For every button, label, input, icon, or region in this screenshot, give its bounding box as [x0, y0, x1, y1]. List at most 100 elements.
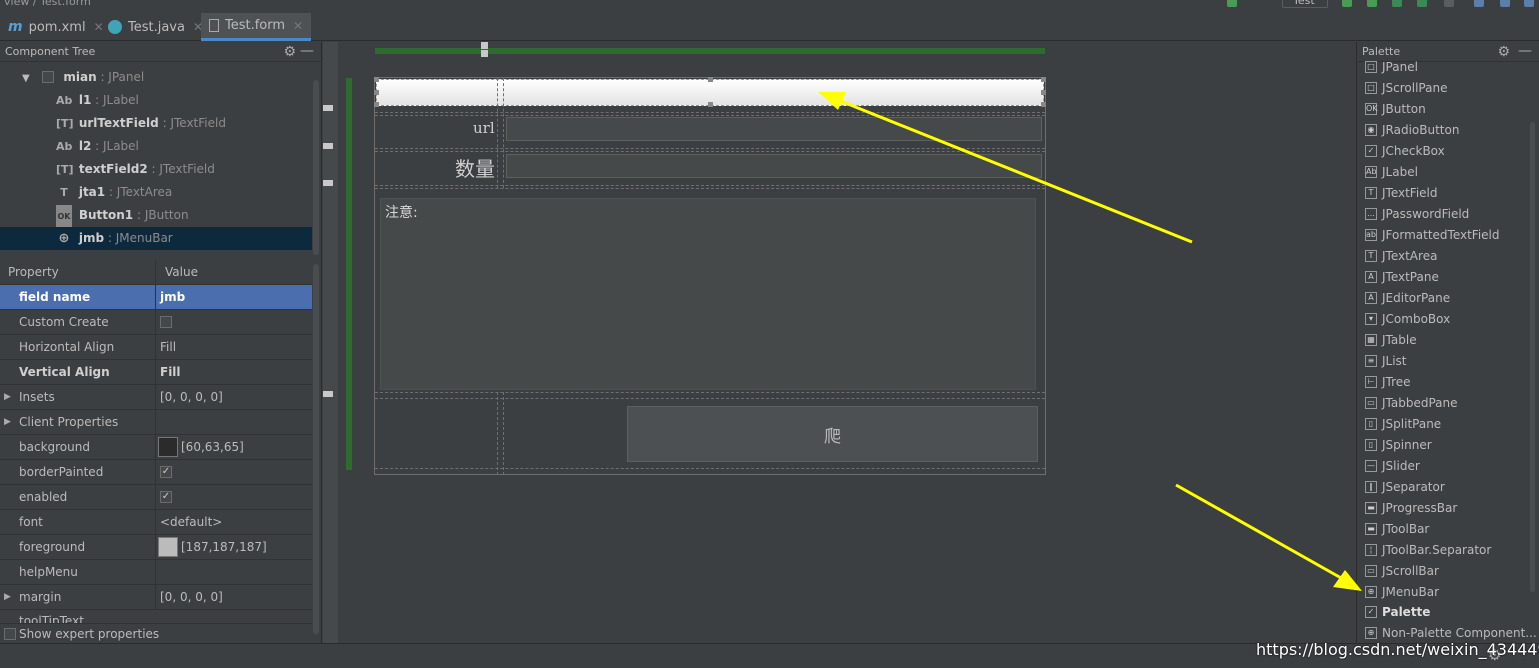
row-marker[interactable] — [323, 105, 333, 111]
row-marker[interactable] — [323, 143, 333, 149]
tree-item-l2[interactable]: Ab l2 : JLabel — [0, 135, 312, 158]
crawl-button[interactable]: 爬 — [627, 406, 1038, 462]
palette-item-jtextpane[interactable]: A JTextPane — [1365, 267, 1439, 288]
palette-item-jcheckbox[interactable]: ✓ JCheckBox — [1365, 141, 1445, 162]
prop-row-foreground[interactable]: foreground [187,187,187] — [0, 535, 312, 560]
row-marker[interactable] — [323, 391, 333, 397]
palette-item-jtextfield[interactable]: T JTextField — [1365, 183, 1438, 204]
prop-row-enabled[interactable]: enabled ✓ — [0, 485, 312, 510]
prop-row-insets[interactable]: ▶ Insets [0, 0, 0, 0] — [0, 385, 312, 410]
prop-row-margin[interactable]: ▶ margin [0, 0, 0, 0] — [0, 585, 312, 610]
debug-icon[interactable] — [1367, 0, 1377, 7]
url-label[interactable]: url — [473, 119, 495, 137]
prop-row-font[interactable]: font <default> — [0, 510, 312, 535]
prop-row-tooltip-text[interactable]: toolTipText — [0, 610, 312, 624]
palette-item-jtree[interactable]: ⊢ JTree — [1365, 372, 1411, 393]
prop-value[interactable]: jmb — [160, 285, 185, 310]
palette-item-jprogressbar[interactable]: ▬ JProgressBar — [1365, 498, 1457, 519]
expand-arrow-icon[interactable]: ▼ — [22, 73, 30, 84]
minimize-icon[interactable]: — — [1518, 41, 1532, 61]
count-text-field[interactable] — [506, 154, 1042, 178]
palette-item-jscrollbar[interactable]: ▭ JScrollBar — [1365, 561, 1439, 582]
expand-arrow-icon[interactable]: ▶ — [4, 385, 11, 410]
palette-item-jmenubar[interactable]: ⊕ JMenuBar — [1365, 582, 1439, 603]
palette-item-jtable[interactable]: ▦ JTable — [1365, 330, 1417, 351]
property-scrollbar[interactable] — [313, 264, 319, 634]
tree-item-urltextfield[interactable]: [T] urlTextField : JTextField — [0, 112, 312, 135]
palette-item-jcombobox[interactable]: ▾ JComboBox — [1365, 309, 1450, 330]
back-icon[interactable] — [1227, 0, 1237, 7]
tab-pom-xml[interactable]: m pom.xml ✕ — [0, 13, 112, 41]
selection-handle[interactable] — [708, 102, 713, 107]
color-swatch[interactable] — [158, 436, 178, 457]
prop-row-client-properties[interactable]: ▶ Client Properties — [0, 410, 312, 435]
column-header-bar[interactable] — [375, 48, 1045, 54]
show-expert-properties[interactable]: Show expert properties — [4, 627, 159, 641]
more-icon[interactable] — [1524, 0, 1534, 7]
text-area-jta1[interactable]: 注意: — [380, 198, 1036, 390]
selection-handle[interactable] — [374, 77, 379, 82]
breadcrumb[interactable]: view / Test.form — [4, 0, 91, 8]
palette-item-jlabel[interactable]: Ab JLabel — [1365, 162, 1418, 183]
selection-handle[interactable] — [374, 102, 379, 107]
tree-item-mian[interactable]: ▼ mian : JPanel — [0, 66, 312, 89]
palette-scrollbar[interactable] — [1530, 122, 1535, 592]
color-swatch[interactable] — [158, 536, 178, 557]
minimize-icon[interactable]: — — [300, 41, 314, 61]
palette-item-jtabbedpane[interactable]: ▭ JTabbedPane — [1365, 393, 1458, 414]
expand-arrow-icon[interactable]: ▶ — [4, 585, 11, 610]
stop-icon[interactable] — [1444, 0, 1454, 7]
selection-handle[interactable] — [1041, 77, 1046, 82]
prop-value[interactable]: [0, 0, 0, 0] — [160, 585, 223, 610]
enabled-checkbox[interactable]: ✓ — [160, 490, 172, 503]
form-designer[interactable]: url 数量 注意: 爬 — [323, 42, 1356, 643]
resize-handle[interactable] — [481, 42, 488, 49]
tab-test-java[interactable]: Test.java ✕ — [100, 13, 211, 41]
palette-item-jseparator[interactable]: ‖ JSeparator — [1365, 477, 1445, 498]
prop-row-border-painted[interactable]: borderPainted ✓ — [0, 460, 312, 485]
row-header-bar[interactable] — [346, 78, 352, 470]
prop-value[interactable]: Fill — [160, 360, 181, 385]
menubar-jmb-selected[interactable] — [374, 77, 1046, 107]
tab-test-form[interactable]: Test.form ✕ — [201, 13, 312, 41]
selection-handle[interactable] — [1041, 102, 1046, 107]
palette-item-jeditorpane[interactable]: A JEditorPane — [1365, 288, 1450, 309]
palette-item-jspinner[interactable]: ▯ JSpinner — [1365, 435, 1432, 456]
prop-row-field-name[interactable]: field name jmb — [0, 285, 312, 310]
palette-item-jsplitpane[interactable]: ▯ JSplitPane — [1365, 414, 1441, 435]
tree-scrollbar[interactable] — [313, 80, 319, 255]
prop-row-vertical-align[interactable]: Vertical Align Fill — [0, 360, 312, 385]
palette-item-jformattedtextfield[interactable]: ab JFormattedTextField — [1365, 225, 1500, 246]
prop-value[interactable]: [0, 0, 0, 0] — [160, 385, 223, 410]
prop-row-background[interactable]: background [60,63,65] — [0, 435, 312, 460]
selection-handle[interactable] — [1041, 90, 1046, 95]
prop-row-custom-create[interactable]: Custom Create — [0, 310, 312, 335]
palette-item-jbutton[interactable]: OK JButton — [1365, 99, 1426, 120]
tree-item-button1[interactable]: OK Button1 : JButton — [0, 204, 312, 228]
prop-value[interactable]: [187,187,187] — [181, 540, 267, 554]
palette-item-jpanel[interactable]: □ JPanel — [1365, 57, 1418, 78]
prop-row-horizontal-align[interactable]: Horizontal Align Fill — [0, 335, 312, 360]
coverage-icon[interactable] — [1392, 0, 1402, 7]
palette-item-jtextarea[interactable]: T JTextArea — [1365, 246, 1437, 267]
row-marker[interactable] — [323, 180, 333, 186]
run-config-select[interactable]: Test — [1282, 0, 1328, 8]
custom-create-checkbox[interactable] — [160, 315, 172, 328]
expert-checkbox[interactable] — [4, 627, 16, 640]
selection-handle[interactable] — [374, 90, 379, 95]
prop-value[interactable]: <default> — [160, 510, 222, 535]
palette-item-jslider[interactable]: — JSlider — [1365, 456, 1420, 477]
palette-item-jtoolbar-separator[interactable]: ¦ JToolBar.Separator — [1365, 540, 1491, 561]
run-icon[interactable] — [1342, 0, 1352, 7]
palette-item-jscrollpane[interactable]: □ JScrollPane — [1365, 78, 1447, 99]
palette-item-jtoolbar[interactable]: ▬ JToolBar — [1365, 519, 1429, 540]
palette-group-palette[interactable]: ✓ Palette — [1365, 602, 1430, 623]
prop-value[interactable]: [60,63,65] — [181, 440, 244, 454]
palette-item-jpasswordfield[interactable]: … JPasswordField — [1365, 204, 1469, 225]
gear-icon[interactable]: ⚙ — [1497, 42, 1510, 62]
url-text-field[interactable] — [506, 117, 1042, 141]
selection-handle[interactable] — [708, 77, 713, 82]
tree-item-l1[interactable]: Ab l1 : JLabel — [0, 89, 312, 112]
palette-item-jlist[interactable]: ≡ JList — [1365, 351, 1407, 372]
palette-item-jradiobutton[interactable]: ◉ JRadioButton — [1365, 120, 1459, 141]
